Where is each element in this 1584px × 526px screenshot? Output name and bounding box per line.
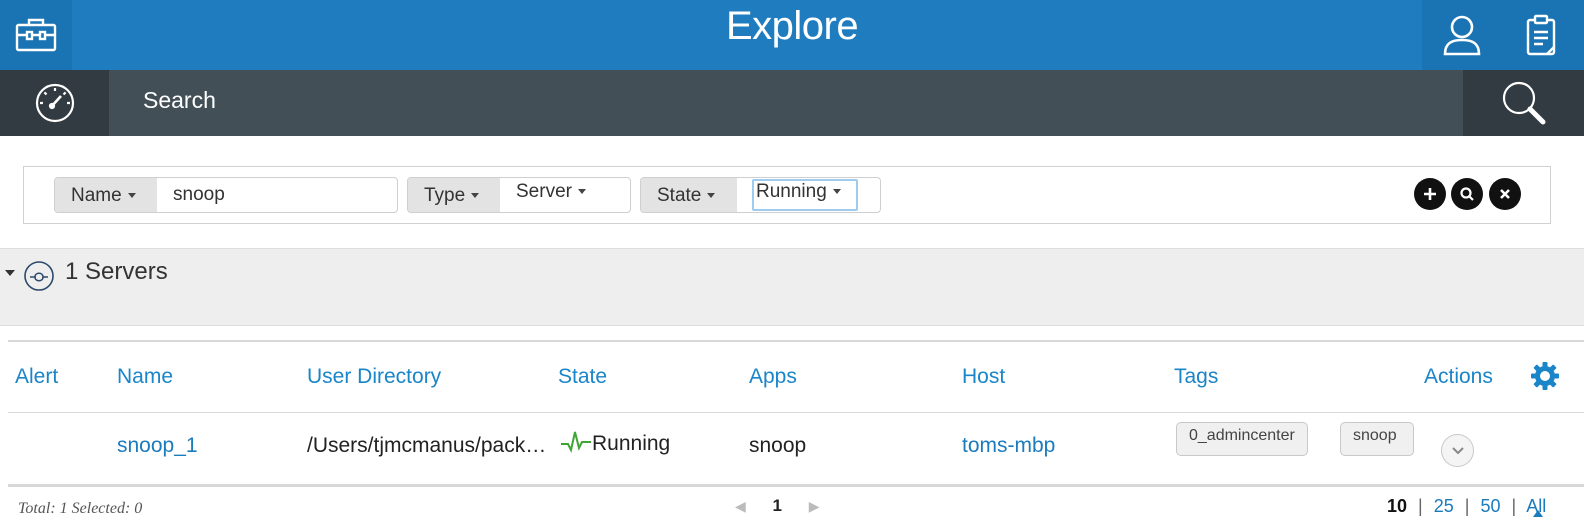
servers-group-header[interactable]: 1 Servers [0, 248, 1584, 326]
col-header-name[interactable]: Name [117, 365, 173, 389]
filter-type-key[interactable]: Type [408, 178, 500, 212]
page-size-selector: 10 | 25 | 50 | All [1387, 496, 1547, 516]
host-link[interactable]: toms-mbp [962, 434, 1055, 458]
server-name-link[interactable]: snoop_1 [117, 434, 198, 458]
next-page-icon[interactable]: ▶ [809, 498, 820, 514]
user-directory-cell: /Users/tjmcmanus/pack… [307, 434, 547, 457]
gear-icon[interactable] [1530, 361, 1560, 396]
filter-bar: Name snoop Type Server State Running [23, 166, 1551, 224]
chevron-down-icon [471, 193, 480, 199]
filter-state[interactable]: State Running [640, 177, 881, 213]
scroll-top-icon[interactable] [1533, 510, 1543, 517]
page-title: Explore [725, 4, 859, 48]
page-size-10[interactable]: 10 [1387, 496, 1407, 516]
user-icon[interactable] [1424, 0, 1500, 70]
tag-badge[interactable]: snoop [1340, 422, 1414, 456]
current-page[interactable]: 1 [773, 496, 782, 515]
filter-state-key[interactable]: State [641, 178, 737, 212]
filter-type-value[interactable]: Server [516, 178, 586, 212]
apps-cell: snoop [749, 434, 807, 457]
clear-filters-button[interactable] [1489, 178, 1521, 210]
row-actions-button[interactable] [1441, 434, 1474, 467]
server-icon [23, 260, 55, 292]
header-divider [8, 412, 1584, 413]
running-pulse-icon [561, 432, 591, 454]
col-header-host[interactable]: Host [962, 365, 1005, 389]
col-header-user-directory[interactable]: User Directory [307, 365, 441, 389]
collapse-triangle-icon[interactable] [5, 270, 15, 276]
filter-name[interactable]: Name snoop [54, 177, 398, 213]
pagination: ◀ 1 ▶ [735, 496, 820, 516]
add-filter-button[interactable] [1414, 178, 1446, 210]
search-toolbar: Search [0, 70, 1584, 136]
col-header-state[interactable]: State [558, 365, 607, 389]
col-header-actions: Actions [1424, 365, 1493, 388]
search-icon[interactable] [1463, 70, 1584, 136]
filter-name-key[interactable]: Name [55, 178, 157, 212]
page-size-25[interactable]: 25 [1434, 496, 1454, 516]
filter-state-value[interactable]: Running [752, 179, 858, 211]
clipboard-icon[interactable] [1508, 0, 1574, 70]
col-header-tags[interactable]: Tags [1174, 365, 1218, 389]
chevron-down-icon [577, 189, 586, 195]
page-size-50[interactable]: 50 [1481, 496, 1501, 516]
prev-page-icon[interactable]: ◀ [735, 498, 746, 514]
chevron-down-icon [832, 189, 841, 195]
filter-name-value[interactable]: snoop [173, 181, 225, 212]
col-header-alert[interactable]: Alert [15, 365, 58, 389]
top-header: Explore [0, 0, 1584, 70]
total-selected-text: Total: 1 Selected: 0 [18, 500, 143, 517]
filter-type[interactable]: Type Server [407, 177, 631, 213]
servers-count: 1 Servers [65, 258, 168, 285]
chevron-down-icon [707, 193, 716, 199]
search-section-label: Search [143, 87, 216, 113]
chevron-down-icon [1451, 446, 1464, 454]
tag-badge[interactable]: 0_admincenter [1176, 422, 1308, 456]
table-top-border [8, 340, 1584, 342]
col-header-apps[interactable]: Apps [749, 365, 797, 389]
table-bottom-border [8, 484, 1584, 487]
dashboard-gauge-icon[interactable] [0, 70, 109, 136]
state-cell: Running [560, 432, 670, 456]
chevron-down-icon [127, 193, 136, 199]
search-button[interactable] [1451, 178, 1483, 210]
